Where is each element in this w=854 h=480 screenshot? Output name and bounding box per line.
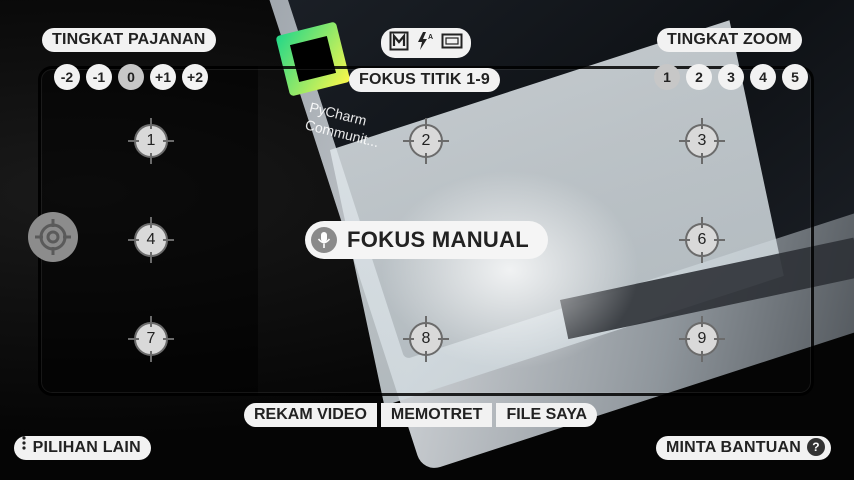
focus-point-3[interactable]: 3 bbox=[677, 116, 727, 166]
focus-point-1[interactable]: 1 bbox=[126, 116, 176, 166]
exposure-level-0[interactable]: 0 bbox=[118, 64, 144, 90]
focus-target-button[interactable] bbox=[28, 212, 78, 262]
manual-focus-label: FOKUS MANUAL bbox=[347, 227, 530, 252]
focus-point-label: 3 bbox=[697, 132, 707, 149]
focus-point-7[interactable]: 7 bbox=[126, 314, 176, 364]
camera-mode-toggles[interactable]: A bbox=[381, 28, 471, 58]
microphone-icon bbox=[311, 227, 337, 253]
help-icon: ? bbox=[807, 437, 826, 456]
help-label: MINTA BANTUAN bbox=[666, 439, 802, 456]
exposure-level-minus2[interactable]: -2 bbox=[54, 64, 80, 90]
manual-mode-icon[interactable] bbox=[389, 31, 409, 56]
focus-point-8[interactable]: 8 bbox=[401, 314, 451, 364]
zoom-title: TINGKAT ZOOM bbox=[657, 28, 802, 52]
focus-point-9[interactable]: 9 bbox=[677, 314, 727, 364]
aspect-ratio-icon[interactable] bbox=[441, 32, 463, 55]
focus-point-label: 6 bbox=[697, 231, 707, 248]
focus-point-4[interactable]: 4 bbox=[126, 215, 176, 265]
focus-point-label: 9 bbox=[697, 330, 707, 347]
exposure-level-plus1[interactable]: +1 bbox=[150, 64, 176, 90]
exposure-title: TINGKAT PAJANAN bbox=[42, 28, 216, 52]
focus-point-label: 2 bbox=[421, 132, 431, 149]
help-button[interactable]: MINTA BANTUAN? bbox=[656, 436, 832, 460]
focus-point-2[interactable]: 2 bbox=[401, 116, 451, 166]
crosshair-icon bbox=[35, 219, 71, 255]
focus-title: FOKUS TITIK 1-9 bbox=[349, 68, 501, 92]
focus-point-label: 1 bbox=[146, 132, 156, 149]
take-photo-button[interactable]: MEMOTRET bbox=[380, 403, 493, 427]
focus-point-label: 4 bbox=[146, 231, 156, 248]
zoom-level-5[interactable]: 5 bbox=[782, 64, 808, 90]
focus-point-label: 8 bbox=[421, 330, 431, 347]
more-options-label: PILIHAN LAIN bbox=[32, 439, 141, 457]
more-vertical-icon bbox=[22, 434, 28, 458]
capture-toolbar: REKAM VIDEO MEMOTRET FILE SAYA bbox=[244, 403, 598, 427]
svg-text:A: A bbox=[428, 34, 433, 41]
focus-point-label: 7 bbox=[146, 330, 156, 347]
zoom-level-2[interactable]: 2 bbox=[686, 64, 712, 90]
exposure-level-plus2[interactable]: +2 bbox=[182, 64, 208, 90]
record-video-button[interactable]: REKAM VIDEO bbox=[244, 403, 377, 427]
manual-focus-button[interactable]: FOKUS MANUAL bbox=[305, 221, 548, 259]
more-options-button[interactable]: PILIHAN LAIN bbox=[14, 436, 151, 460]
exposure-level-minus1[interactable]: -1 bbox=[86, 64, 112, 90]
focus-point-6[interactable]: 6 bbox=[677, 215, 727, 265]
zoom-level-4[interactable]: 4 bbox=[750, 64, 776, 90]
my-files-button[interactable]: FILE SAYA bbox=[496, 403, 598, 427]
zoom-level-3[interactable]: 3 bbox=[718, 64, 744, 90]
zoom-level-1[interactable]: 1 bbox=[654, 64, 680, 90]
flash-auto-icon[interactable]: A bbox=[415, 31, 435, 56]
